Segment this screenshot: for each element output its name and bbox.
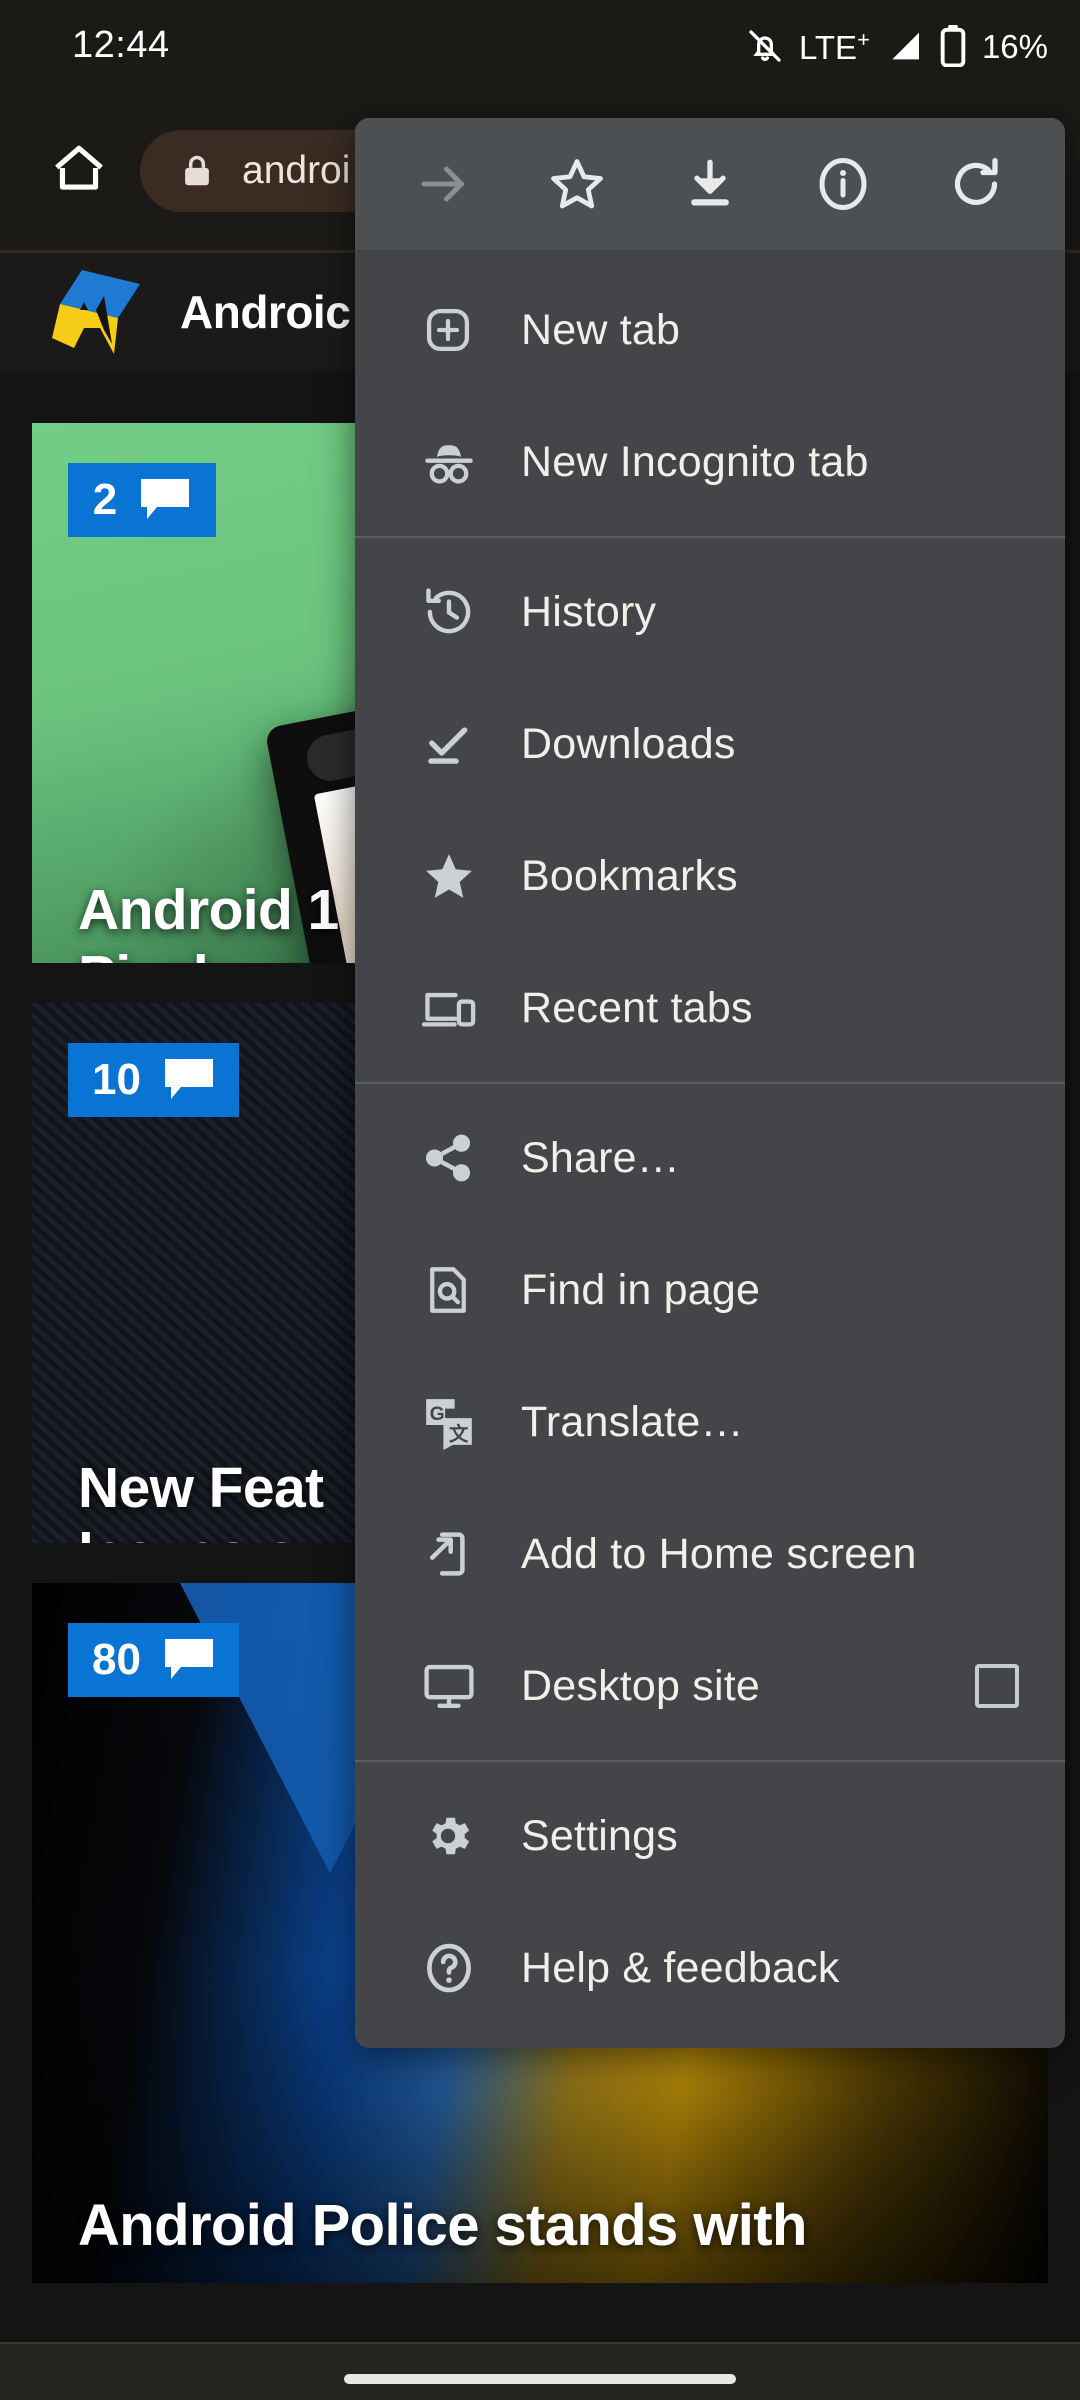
comment-count-badge[interactable]: 2 [68, 463, 216, 537]
recent-tabs-icon [421, 984, 481, 1032]
menu-item-bookmarks[interactable]: Bookmarks [355, 810, 1065, 942]
add-to-home-icon [421, 1527, 481, 1581]
home-gesture-pill[interactable] [344, 2374, 736, 2384]
signal-icon [884, 26, 924, 66]
address-bar-url: androi [242, 149, 351, 192]
comment-count-badge[interactable]: 80 [68, 1623, 239, 1697]
comment-count: 2 [92, 475, 118, 524]
translate-icon: G 文 [421, 1394, 481, 1450]
comment-count-badge[interactable]: 10 [68, 1043, 239, 1117]
menu-items-list: New tab New Incognito tab History Downlo… [355, 250, 1065, 2034]
star-icon[interactable] [529, 136, 625, 232]
system-navigation-bar [0, 2342, 1080, 2400]
status-icons: LTE+ 16% [745, 24, 1048, 68]
svg-text:G: G [430, 1403, 445, 1425]
incognito-icon [421, 436, 481, 488]
menu-item-settings[interactable]: Settings [355, 1770, 1065, 1902]
menu-divider [355, 536, 1065, 538]
menu-item-downloads[interactable]: Downloads [355, 678, 1065, 810]
find-in-page-icon [421, 1263, 481, 1317]
menu-item-label: Bookmarks [521, 851, 738, 900]
menu-item-add-to-home-screen[interactable]: Add to Home screen [355, 1488, 1065, 1620]
menu-item-share[interactable]: Share… [355, 1092, 1065, 1224]
menu-item-new-incognito-tab[interactable]: New Incognito tab [355, 396, 1065, 528]
status-clock: 12:44 [72, 24, 170, 66]
comment-icon [139, 477, 191, 523]
battery-icon [938, 25, 968, 67]
menu-item-label: Help & feedback [521, 1943, 840, 1992]
menu-item-recent-tabs[interactable]: Recent tabs [355, 942, 1065, 1074]
downloads-icon [421, 717, 481, 771]
article-headline[interactable]: Android Police stands with [78, 2192, 1048, 2259]
menu-item-label: Add to Home screen [521, 1529, 917, 1578]
site-title: Androic [180, 286, 351, 338]
gear-icon [421, 1809, 481, 1863]
menu-item-label: Downloads [521, 719, 736, 768]
phone-screen: 12:44 LTE+ 16% androi Androic 2 Android … [0, 0, 1080, 2400]
menu-divider [355, 1082, 1065, 1084]
svg-text:文: 文 [449, 1422, 469, 1445]
menu-item-label: New Incognito tab [521, 437, 869, 486]
info-icon[interactable] [795, 136, 891, 232]
menu-item-translate[interactable]: G 文 Translate… [355, 1356, 1065, 1488]
help-icon [421, 1940, 481, 1996]
menu-item-label: Share… [521, 1133, 680, 1182]
comment-icon [163, 1057, 215, 1103]
new-tab-icon [421, 303, 481, 357]
comment-count: 80 [92, 1635, 141, 1684]
menu-item-history[interactable]: History [355, 546, 1065, 678]
status-bar: 12:44 LTE+ 16% [0, 0, 1080, 90]
menu-item-label: Settings [521, 1811, 678, 1860]
download-icon[interactable] [662, 136, 758, 232]
menu-item-label: Recent tabs [521, 983, 753, 1032]
comment-icon [163, 1637, 215, 1683]
menu-item-help-feedback[interactable]: Help & feedback [355, 1902, 1065, 2034]
menu-item-desktop-site[interactable]: Desktop site [355, 1620, 1065, 1752]
share-icon [421, 1131, 481, 1185]
menu-divider [355, 1760, 1065, 1762]
reload-icon[interactable] [928, 136, 1024, 232]
browser-overflow-menu: New tab New Incognito tab History Downlo… [355, 118, 1065, 2048]
comment-count: 10 [92, 1055, 141, 1104]
android-police-ukraine-logo [48, 266, 152, 358]
star-filled-icon [421, 848, 481, 904]
network-type-label: LTE+ [799, 26, 870, 66]
menu-item-find-in-page[interactable]: Find in page [355, 1224, 1065, 1356]
desktop-site-checkbox[interactable] [975, 1664, 1019, 1708]
lock-icon [178, 152, 216, 190]
forward-arrow-icon[interactable] [396, 136, 492, 232]
desktop-icon [421, 1659, 481, 1713]
home-icon[interactable] [32, 122, 126, 216]
battery-percent-label: 16% [981, 27, 1048, 65]
menu-item-label: Find in page [521, 1265, 761, 1314]
history-icon [421, 584, 481, 640]
notifications-off-icon [745, 26, 785, 66]
menu-item-label: New tab [521, 305, 681, 354]
menu-item-label: Translate… [521, 1397, 744, 1446]
menu-item-label: Desktop site [521, 1661, 761, 1710]
menu-item-label: History [521, 587, 657, 636]
menu-quick-actions-toolbar [355, 118, 1065, 250]
menu-item-new-tab[interactable]: New tab [355, 264, 1065, 396]
